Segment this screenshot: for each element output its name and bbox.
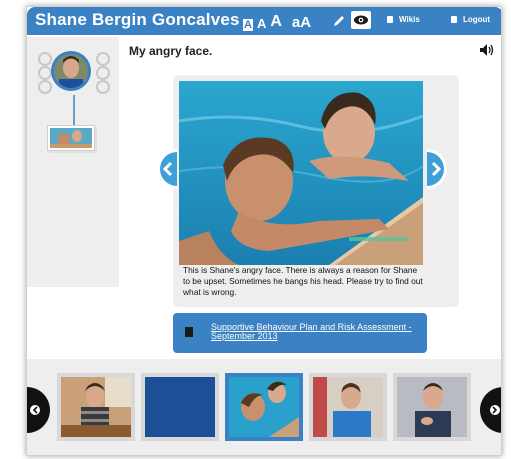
thumbnails-previous-button[interactable] [27, 387, 53, 433]
thumbnail-4[interactable] [309, 373, 387, 441]
pencil-icon[interactable] [331, 13, 347, 29]
thumbnail-3-selected[interactable] [225, 373, 303, 441]
left-nav-panel [27, 37, 119, 287]
document-attachment: Supportive Behaviour Plan and Risk Asses… [173, 313, 427, 353]
text-size-medium-button[interactable]: A [257, 16, 266, 31]
thumbnail-photo [229, 377, 299, 437]
lock-icon [387, 16, 393, 23]
eye-icon [354, 15, 368, 25]
thumbnail-photo [397, 377, 467, 437]
logout-link[interactable]: Logout [451, 15, 490, 24]
main-photo [179, 81, 423, 265]
page-owner-title: Shane Bergin Goncalves [35, 10, 240, 29]
profile-avatar[interactable] [51, 51, 91, 91]
lock-icon [451, 16, 457, 23]
text-size-small-button[interactable]: A [243, 19, 253, 31]
thumbnail-1[interactable] [57, 373, 135, 441]
page-title: My angry face. [129, 44, 213, 58]
album-thumbnail[interactable] [47, 125, 95, 151]
wikis-link[interactable]: Wikis [387, 15, 420, 24]
previous-photo-button[interactable] [151, 149, 177, 189]
document-icon [185, 327, 193, 337]
thumbnails-next-button[interactable] [477, 387, 502, 433]
next-photo-button[interactable] [427, 149, 453, 189]
text-size-controls: A A A aA [243, 9, 315, 31]
logout-label: Logout [463, 15, 491, 24]
thumbnail-photo [313, 377, 383, 437]
wikis-label: Wikis [399, 15, 420, 24]
app-frame: Shane Bergin Goncalves A A A aA Wikis Lo… [26, 6, 502, 456]
document-link[interactable]: Supportive Behaviour Plan and Risk Asses… [211, 323, 421, 341]
header-bar: Shane Bergin Goncalves A A A aA Wikis Lo… [27, 7, 501, 35]
photo-caption: This is Shane's angry face. There is alw… [183, 265, 423, 297]
eye-toggle-button[interactable] [351, 11, 371, 29]
album-photo [50, 128, 92, 148]
thumbnail-photo [145, 377, 215, 437]
thumbnail-2[interactable] [141, 373, 219, 441]
text-size-toggle-button[interactable]: aA [292, 14, 311, 31]
thumbnail-photo [61, 377, 131, 437]
speaker-icon[interactable] [479, 43, 495, 57]
text-size-large-button[interactable]: A [270, 13, 282, 31]
thumbnail-5[interactable] [393, 373, 471, 441]
profile-photo [54, 54, 88, 88]
